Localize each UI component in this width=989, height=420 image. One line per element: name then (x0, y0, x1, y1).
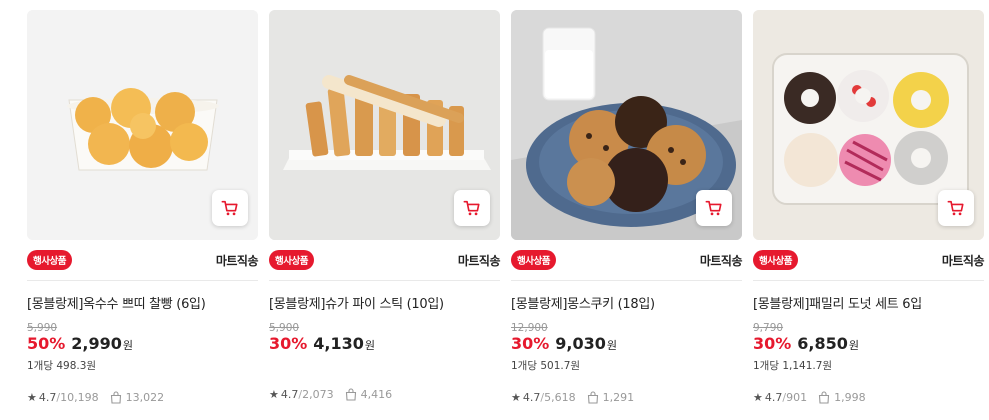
discount-rate: 30% (753, 334, 792, 353)
promo-badge: 행사상품 (27, 250, 72, 270)
sale-price: 2,990 (71, 334, 122, 353)
delivery-type: 마트직송 (215, 253, 259, 268)
discount-rate: 30% (511, 334, 550, 353)
currency-label: 원 (122, 339, 134, 352)
shopping-bag-icon (345, 388, 356, 401)
cart-icon (705, 200, 722, 216)
price-row: 30% 4,130 원 (269, 334, 500, 353)
original-price: 12,900 (511, 322, 548, 334)
product-card[interactable]: 행사상품 마트직송 [몽블랑제]슈가 파이 스틱 (10입) 5,900 30%… (269, 0, 501, 404)
product-title[interactable]: [몽블랑제]슈가 파이 스틱 (10입) (269, 293, 500, 312)
product-meta-row: 행사상품 마트직송 (753, 240, 985, 281)
cart-icon (221, 200, 238, 216)
purchase-count: 13,022 (125, 391, 165, 404)
sale-price: 6,850 (797, 334, 848, 353)
product-card[interactable]: 행사상품 마트직송 [몽블랑제]패밀리 도넛 세트 6입 9,790 30% 6… (753, 0, 985, 404)
currency-label: 원 (364, 339, 376, 352)
sale-price: 4,130 (313, 334, 364, 353)
product-card[interactable]: 행사상품 마트직송 [몽블랑제]몽스쿠키 (18입) 12,900 30% 9,… (511, 0, 743, 404)
add-to-cart-button[interactable] (696, 190, 732, 226)
product-meta-row: 행사상품 마트직송 (269, 240, 501, 281)
star-icon: ★ (753, 391, 763, 404)
original-price: 5,990 (27, 322, 58, 334)
rating-value: 4.7 (522, 391, 541, 404)
price-row: 50% 2,990 원 (27, 334, 258, 353)
review-count: 901 (786, 391, 808, 404)
promo-badge: 행사상품 (511, 250, 556, 270)
sale-price: 9,030 (555, 334, 606, 353)
product-image[interactable] (511, 10, 742, 240)
star-icon: ★ (27, 391, 37, 404)
delivery-type: 마트직송 (457, 253, 501, 268)
product-title[interactable]: [몽블랑제]옥수수 쁘띠 찰빵 (6입) (27, 293, 258, 312)
price-row: 30% 6,850 원 (753, 334, 984, 353)
shopping-bag-icon (819, 391, 830, 404)
product-grid: 행사상품 마트직송 [몽블랑제]옥수수 쁘띠 찰빵 (6입) 5,990 50%… (0, 0, 989, 404)
currency-label: 원 (606, 339, 618, 352)
original-price: 9,790 (753, 322, 784, 334)
shopping-bag-icon (587, 391, 598, 404)
purchase-count: 1,998 (834, 391, 866, 404)
review-count: 5,618 (544, 391, 576, 404)
star-icon: ★ (269, 388, 279, 401)
delivery-type: 마트직송 (699, 253, 743, 268)
product-meta-row: 행사상품 마트직송 (27, 240, 259, 281)
promo-badge: 행사상품 (269, 250, 314, 270)
promo-badge: 행사상품 (753, 250, 798, 270)
unit-price: 1개당 498.3원 (27, 360, 97, 372)
cart-icon (463, 200, 480, 216)
rating-value: 4.7 (38, 391, 57, 404)
cart-icon (947, 200, 964, 216)
add-to-cart-button[interactable] (212, 190, 248, 226)
discount-rate: 30% (269, 334, 308, 353)
product-image[interactable] (753, 10, 984, 240)
review-count: 2,073 (302, 388, 334, 401)
unit-price: 1개당 1,141.7원 (753, 360, 833, 372)
price-row: 30% 9,030 원 (511, 334, 742, 353)
product-title[interactable]: [몽블랑제]패밀리 도넛 세트 6입 (753, 293, 984, 312)
unit-price (269, 358, 500, 370)
product-image[interactable] (269, 10, 500, 240)
product-image[interactable] (27, 10, 258, 240)
add-to-cart-button[interactable] (938, 190, 974, 226)
currency-label: 원 (848, 339, 860, 352)
product-card[interactable]: 행사상품 마트직송 [몽블랑제]옥수수 쁘띠 찰빵 (6입) 5,990 50%… (27, 0, 259, 404)
discount-rate: 50% (27, 334, 66, 353)
rating-value: 4.7 (764, 391, 783, 404)
rating-value: 4.7 (280, 388, 299, 401)
unit-price: 1개당 501.7원 (511, 360, 581, 372)
purchase-count: 4,416 (360, 388, 393, 401)
review-count: 10,198 (60, 391, 99, 404)
product-stats: ★ 4.7 / 2,073 4,416 (269, 388, 500, 401)
product-meta-row: 행사상품 마트직송 (511, 240, 743, 281)
product-stats: ★ 4.7 / 901 1,998 (753, 391, 984, 404)
product-title[interactable]: [몽블랑제]몽스쿠키 (18입) (511, 293, 742, 312)
product-stats: ★ 4.7 / 10,198 13,022 (27, 391, 258, 404)
purchase-count: 1,291 (602, 391, 635, 404)
shopping-bag-icon (110, 391, 121, 404)
delivery-type: 마트직송 (941, 253, 985, 268)
star-icon: ★ (511, 391, 521, 404)
product-stats: ★ 4.7 / 5,618 1,291 (511, 391, 742, 404)
add-to-cart-button[interactable] (454, 190, 490, 226)
original-price: 5,900 (269, 322, 300, 334)
